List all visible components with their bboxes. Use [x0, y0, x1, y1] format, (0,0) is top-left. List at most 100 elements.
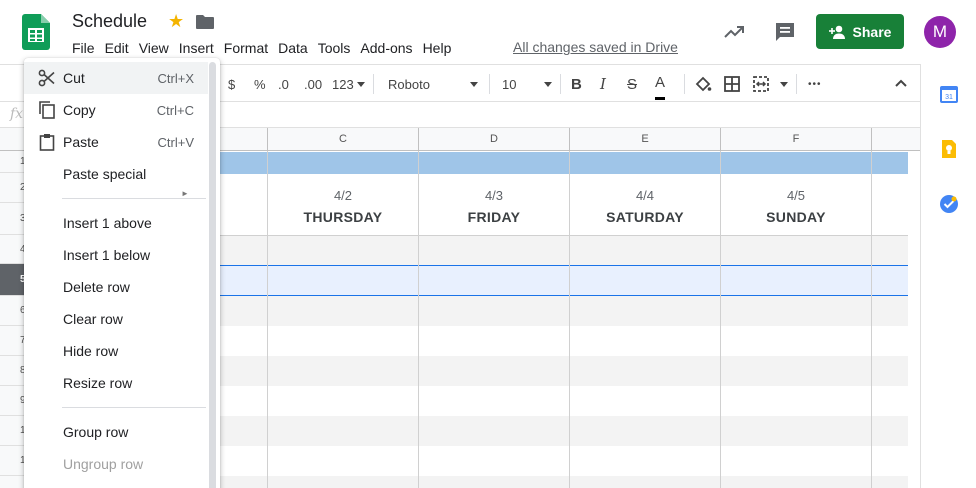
comment-icon[interactable] [773, 20, 797, 44]
divider [560, 74, 561, 94]
menu-item-label: Resize row [63, 375, 133, 391]
menu-item-cut[interactable]: Cut Ctrl+X [24, 62, 208, 94]
keep-icon[interactable] [939, 139, 959, 159]
clipboard-icon [39, 134, 55, 151]
column-header-g[interactable] [872, 128, 920, 151]
strikethrough-button[interactable]: S [627, 65, 637, 103]
chevron-down-icon [470, 81, 478, 87]
more-formats-label: 123 [332, 76, 354, 92]
svg-text:31: 31 [945, 94, 953, 101]
divider [684, 74, 685, 94]
menu-divider [62, 198, 206, 199]
save-status-link[interactable]: All changes saved in Drive [513, 39, 678, 55]
column-header-f[interactable]: F [721, 128, 872, 151]
menu-tools[interactable]: Tools [313, 39, 356, 57]
more-formats-dropdown[interactable]: 123 [332, 65, 365, 103]
font-family-dropdown[interactable]: Roboto [388, 65, 478, 103]
menu-item-shortcut: Ctrl+V [157, 134, 194, 150]
menu-item-clear-row[interactable]: Clear row [24, 303, 208, 335]
chevron-down-icon[interactable] [780, 82, 788, 87]
menu-item-label: Hide row [63, 343, 119, 359]
menu-item-hide-row[interactable]: Hide row [24, 335, 208, 367]
menu-scrollbar[interactable] [209, 62, 216, 488]
menu-item-shortcut: Ctrl+X [157, 70, 194, 86]
day-name-f: SUNDAY [766, 209, 826, 225]
share-label: Share [852, 23, 892, 40]
bold-button[interactable]: B [571, 65, 582, 103]
menu-item-label: Copy [63, 102, 96, 118]
currency-format-button[interactable]: $ [228, 65, 235, 103]
menu-item-label: Ungroup row [63, 456, 144, 472]
sheets-logo-icon[interactable] [22, 14, 50, 50]
percent-format-button[interactable]: % [254, 65, 266, 103]
menu-data[interactable]: Data [273, 39, 313, 57]
decrease-decimal-button[interactable]: .0 [278, 65, 289, 103]
menu-item-resize-row[interactable]: Resize row [24, 367, 208, 399]
fx-icon: fx [10, 106, 24, 122]
submenu-arrow-icon: ► [181, 189, 189, 198]
column-header-d[interactable]: D [419, 128, 570, 151]
star-icon[interactable]: ★ [168, 11, 184, 32]
day-date-c: 4/2 [333, 188, 353, 203]
menu-item-insert-below[interactable]: Insert 1 below [24, 239, 208, 271]
menu-view[interactable]: View [134, 39, 174, 57]
column-header-c[interactable]: C [268, 128, 419, 151]
fill-color-icon[interactable] [694, 75, 712, 93]
font-size-dropdown[interactable]: 10 [502, 65, 552, 103]
menu-format[interactable]: Format [219, 39, 273, 57]
more-options-button[interactable]: ••• [808, 65, 822, 103]
menu-file[interactable]: File [72, 39, 100, 57]
menu-item-label: Delete row [63, 279, 130, 295]
italic-button[interactable]: I [600, 65, 606, 103]
context-menu: Cut Ctrl+X Copy Ctrl+C Paste Ctrl+V Past… [24, 58, 220, 488]
menu-addons[interactable]: Add-ons [355, 39, 417, 57]
chevron-up-icon[interactable] [893, 75, 909, 91]
avatar[interactable]: M [924, 16, 956, 48]
borders-icon[interactable] [723, 75, 741, 93]
day-date-e: 4/4 [635, 188, 655, 203]
share-button[interactable]: Share [816, 14, 904, 49]
merge-cells-icon[interactable] [752, 75, 770, 93]
chevron-down-icon [544, 81, 552, 87]
day-name-d: FRIDAY [467, 209, 521, 225]
menu-item-delete-row[interactable]: Delete row [24, 271, 208, 303]
menu-divider [62, 407, 206, 408]
menu-help[interactable]: Help [418, 39, 457, 57]
folder-icon[interactable] [196, 14, 214, 30]
day-date-f: 4/5 [786, 188, 806, 203]
day-date-d: 4/3 [484, 188, 504, 203]
day-name-e: SATURDAY [606, 209, 684, 225]
menu-item-label: Clear row [63, 311, 123, 327]
copy-icon [39, 101, 55, 119]
divider [489, 74, 490, 94]
day-name-c: THURSDAY [303, 209, 383, 225]
column-divider [871, 151, 872, 488]
menu-item-label: Insert 1 below [63, 247, 151, 263]
menu-item-label: Cut [63, 70, 85, 86]
menu-item-insert-above[interactable]: Insert 1 above [24, 207, 208, 239]
menu-item-paste-special[interactable]: Paste special [24, 158, 208, 190]
menu-item-copy[interactable]: Copy Ctrl+C [24, 94, 208, 126]
menu-item-paste[interactable]: Paste Ctrl+V [24, 126, 208, 158]
scissors-icon [38, 69, 55, 87]
menu-item-label: Insert 1 above [63, 215, 152, 231]
column-header-e[interactable]: E [570, 128, 721, 151]
menu-item-label: Paste [63, 134, 99, 150]
menu-item-ungroup-row: Ungroup row [24, 448, 208, 480]
menu-item-shortcut: Ctrl+C [156, 102, 194, 118]
menu-insert[interactable]: Insert [174, 39, 219, 57]
increase-decimal-button[interactable]: .00 [304, 65, 322, 103]
divider [373, 74, 374, 94]
side-panel: 31 [920, 64, 976, 488]
chevron-down-icon [356, 81, 365, 87]
document-title[interactable]: Schedule [72, 11, 147, 32]
menu-edit[interactable]: Edit [100, 39, 134, 57]
text-color-button[interactable]: A [655, 68, 666, 100]
menu-item-group-row[interactable]: Group row [24, 416, 208, 448]
calendar-icon[interactable]: 31 [939, 84, 959, 104]
activity-trend-icon[interactable] [722, 20, 746, 44]
font-family-value: Roboto [388, 76, 430, 92]
menu-item-label: Paste special [63, 166, 147, 182]
menu-bar: File Edit View Insert Format Data Tools … [72, 39, 456, 57]
tasks-icon[interactable] [939, 194, 959, 214]
